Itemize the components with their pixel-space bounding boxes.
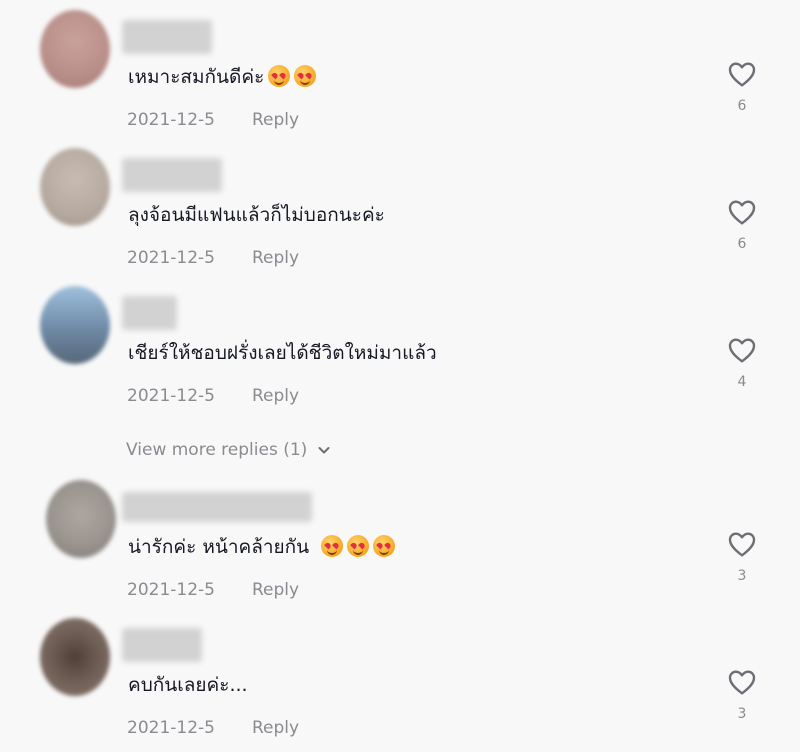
comment-date: 2021-12-5 xyxy=(127,386,215,406)
username-redacted[interactable] xyxy=(122,492,312,522)
comment-date: 2021-12-5 xyxy=(127,718,215,738)
view-more-label: View more replies (1) xyxy=(126,440,308,460)
like-count: 4 xyxy=(737,374,747,390)
avatar[interactable] xyxy=(40,618,110,696)
comment-text-content: เหมาะสมกันดีค่ะ xyxy=(128,66,265,88)
comment-text-content: น่ารักค่ะ หน้าคล้ายกัน xyxy=(128,536,310,558)
comment-text-content: เชียร์ให้ชอบฝรั่งเลยได้ชีวิตใหม่มาแล้ว xyxy=(128,342,437,364)
comment-text: คบกันเลยค่ะ... xyxy=(128,670,248,700)
username-redacted[interactable] xyxy=(122,20,212,54)
avatar[interactable] xyxy=(40,286,110,364)
comment-text-content: ลุงจ้อนมีแฟนแล้วก็ไม่บอกนะค่ะ xyxy=(128,204,385,226)
reply-button[interactable]: Reply xyxy=(252,718,299,738)
comment-item: คบกันเลยค่ะ... 2021-12-5 Reply 3 xyxy=(0,608,800,742)
comment-text: น่ารักค่ะ หน้าคล้ายกัน xyxy=(128,532,396,562)
like-count: 6 xyxy=(737,236,747,252)
chevron-down-icon xyxy=(318,447,330,454)
comment-date: 2021-12-5 xyxy=(127,248,215,268)
reply-button[interactable]: Reply xyxy=(252,110,299,130)
heart-outline-icon xyxy=(728,62,756,87)
like-count: 3 xyxy=(737,568,747,584)
like-count: 3 xyxy=(737,706,747,722)
avatar[interactable] xyxy=(40,148,110,226)
heart-outline-icon xyxy=(728,200,756,225)
username-redacted[interactable] xyxy=(122,158,222,192)
comment-item: ลุงจ้อนมีแฟนแล้วก็ไม่บอกนะค่ะ 2021-12-5 … xyxy=(0,138,800,272)
like-button[interactable] xyxy=(726,528,758,560)
like-count: 6 xyxy=(737,98,747,114)
username-redacted[interactable] xyxy=(122,628,202,662)
comment-date: 2021-12-5 xyxy=(127,110,215,130)
heart-outline-icon xyxy=(728,338,756,363)
heart-outline-icon xyxy=(728,532,756,557)
username-redacted[interactable] xyxy=(122,296,177,330)
comment-item: น่ารักค่ะ หน้าคล้ายกัน 2021-12-5 Reply 3 xyxy=(0,470,800,604)
like-button[interactable] xyxy=(726,666,758,698)
smiling-face-with-hearts-icon xyxy=(294,65,317,87)
smiling-face-with-hearts-icon xyxy=(373,535,396,557)
comment-text: เชียร์ให้ชอบฝรั่งเลยได้ชีวิตใหม่มาแล้ว xyxy=(128,338,437,368)
comment-text: ลุงจ้อนมีแฟนแล้วก็ไม่บอกนะค่ะ xyxy=(128,200,385,230)
comment-date: 2021-12-5 xyxy=(127,580,215,600)
avatar[interactable] xyxy=(40,10,110,88)
heart-outline-icon xyxy=(728,670,756,695)
reply-button[interactable]: Reply xyxy=(252,248,299,268)
smiling-face-with-hearts-icon xyxy=(347,535,370,557)
like-button[interactable] xyxy=(726,334,758,366)
comment-item: เชียร์ให้ชอบฝรั่งเลยได้ชีวิตใหม่มาแล้ว 2… xyxy=(0,276,800,410)
comment-text: เหมาะสมกันดีค่ะ xyxy=(128,62,317,92)
reply-button[interactable]: Reply xyxy=(252,580,299,600)
smiling-face-with-hearts-icon xyxy=(321,535,344,557)
avatar[interactable] xyxy=(46,480,116,558)
smiling-face-with-hearts-icon xyxy=(268,65,291,87)
reply-button[interactable]: Reply xyxy=(252,386,299,406)
comment-text-content: คบกันเลยค่ะ... xyxy=(128,674,248,696)
comment-item: เหมาะสมกันดีค่ะ 2021-12-5 Reply 6 xyxy=(0,0,800,134)
like-button[interactable] xyxy=(726,196,758,228)
view-more-replies-button[interactable]: View more replies (1) xyxy=(126,440,331,460)
like-button[interactable] xyxy=(726,58,758,90)
